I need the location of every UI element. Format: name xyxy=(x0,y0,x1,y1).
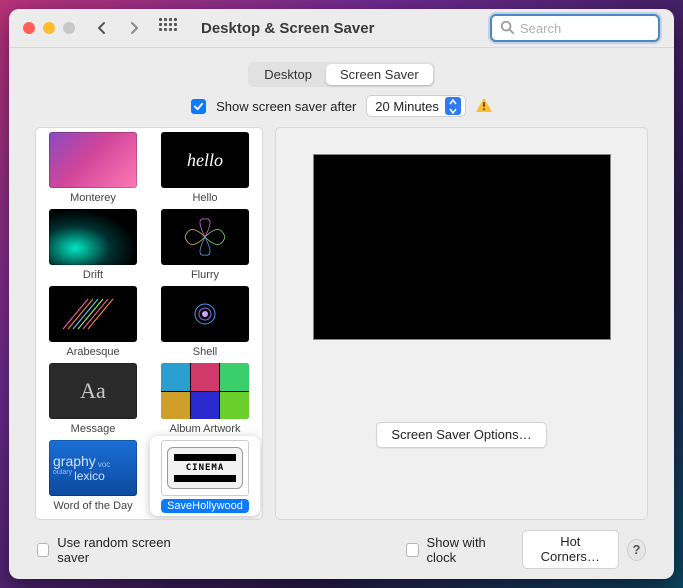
thumbnail xyxy=(161,286,249,342)
screen-saver-options-button[interactable]: Screen Saver Options… xyxy=(376,422,546,448)
show-with-clock-checkbox[interactable] xyxy=(406,543,418,557)
close-window-button[interactable] xyxy=(23,22,35,34)
show-after-dropdown[interactable]: 20 Minutes xyxy=(366,95,466,117)
dropdown-stepper-icon xyxy=(445,97,461,115)
show-with-clock-label: Show with clock xyxy=(427,535,506,565)
show-all-preferences-button[interactable] xyxy=(159,18,179,38)
zoom-window-button[interactable] xyxy=(63,22,75,34)
search-field[interactable] xyxy=(490,14,660,42)
saver-message[interactable]: Aa Message xyxy=(44,363,142,436)
saver-shell[interactable]: Shell xyxy=(156,286,254,359)
thumbnail: CINEMA xyxy=(161,440,249,496)
help-button[interactable]: ? xyxy=(627,539,646,561)
saver-savehollywood[interactable]: CINEMA SaveHollywood xyxy=(150,436,260,516)
random-label: Use random screen saver xyxy=(57,535,184,565)
thumbnail xyxy=(161,209,249,265)
thumbnail xyxy=(49,286,137,342)
preferences-window: Desktop & Screen Saver Desktop Screen Sa… xyxy=(9,9,674,579)
thumbnail: Aa xyxy=(49,363,137,419)
window-toolbar: Desktop & Screen Saver xyxy=(9,9,674,48)
footer-row: Use random screen saver Show with clock … xyxy=(35,520,648,569)
show-after-checkbox[interactable] xyxy=(191,99,206,114)
thumbnail xyxy=(49,132,137,188)
show-after-value: 20 Minutes xyxy=(375,99,439,114)
warning-icon xyxy=(476,98,492,115)
thumbnail: hello xyxy=(161,132,249,188)
window-title: Desktop & Screen Saver xyxy=(201,20,374,37)
window-controls xyxy=(23,22,75,34)
saver-drift[interactable]: Drift xyxy=(44,209,142,282)
thumbnail xyxy=(161,363,249,419)
saver-flurry[interactable]: Flurry xyxy=(156,209,254,282)
saver-hello[interactable]: hello Hello xyxy=(156,132,254,205)
preview-pane: Screen Saver Options… xyxy=(275,127,648,520)
show-after-row: Show screen saver after 20 Minutes xyxy=(35,95,648,117)
back-button[interactable] xyxy=(91,17,113,39)
saver-album-artwork[interactable]: Album Artwork xyxy=(156,363,254,436)
saver-word-of-the-day[interactable]: graphy voc oulary lexico Word of the Day xyxy=(44,440,142,513)
search-input[interactable] xyxy=(520,21,650,36)
screensaver-preview xyxy=(313,154,611,340)
tab-control: Desktop Screen Saver xyxy=(248,62,434,87)
search-icon xyxy=(500,20,514,37)
thumbnail xyxy=(49,209,137,265)
saver-arabesque[interactable]: Arabesque xyxy=(44,286,142,359)
hot-corners-button[interactable]: Hot Corners… xyxy=(522,530,619,569)
content-area: Desktop Screen Saver Show screen saver a… xyxy=(9,48,674,579)
thumbnail: graphy voc oulary lexico xyxy=(49,440,137,496)
screensaver-list[interactable]: Monterey hello Hello Drift xyxy=(35,127,263,520)
show-after-label: Show screen saver after xyxy=(216,99,356,114)
minimize-window-button[interactable] xyxy=(43,22,55,34)
random-checkbox[interactable] xyxy=(37,543,49,557)
tab-screen-saver[interactable]: Screen Saver xyxy=(326,64,433,85)
forward-button[interactable] xyxy=(123,17,145,39)
saver-monterey[interactable]: Monterey xyxy=(44,132,142,205)
tab-desktop[interactable]: Desktop xyxy=(250,64,326,85)
